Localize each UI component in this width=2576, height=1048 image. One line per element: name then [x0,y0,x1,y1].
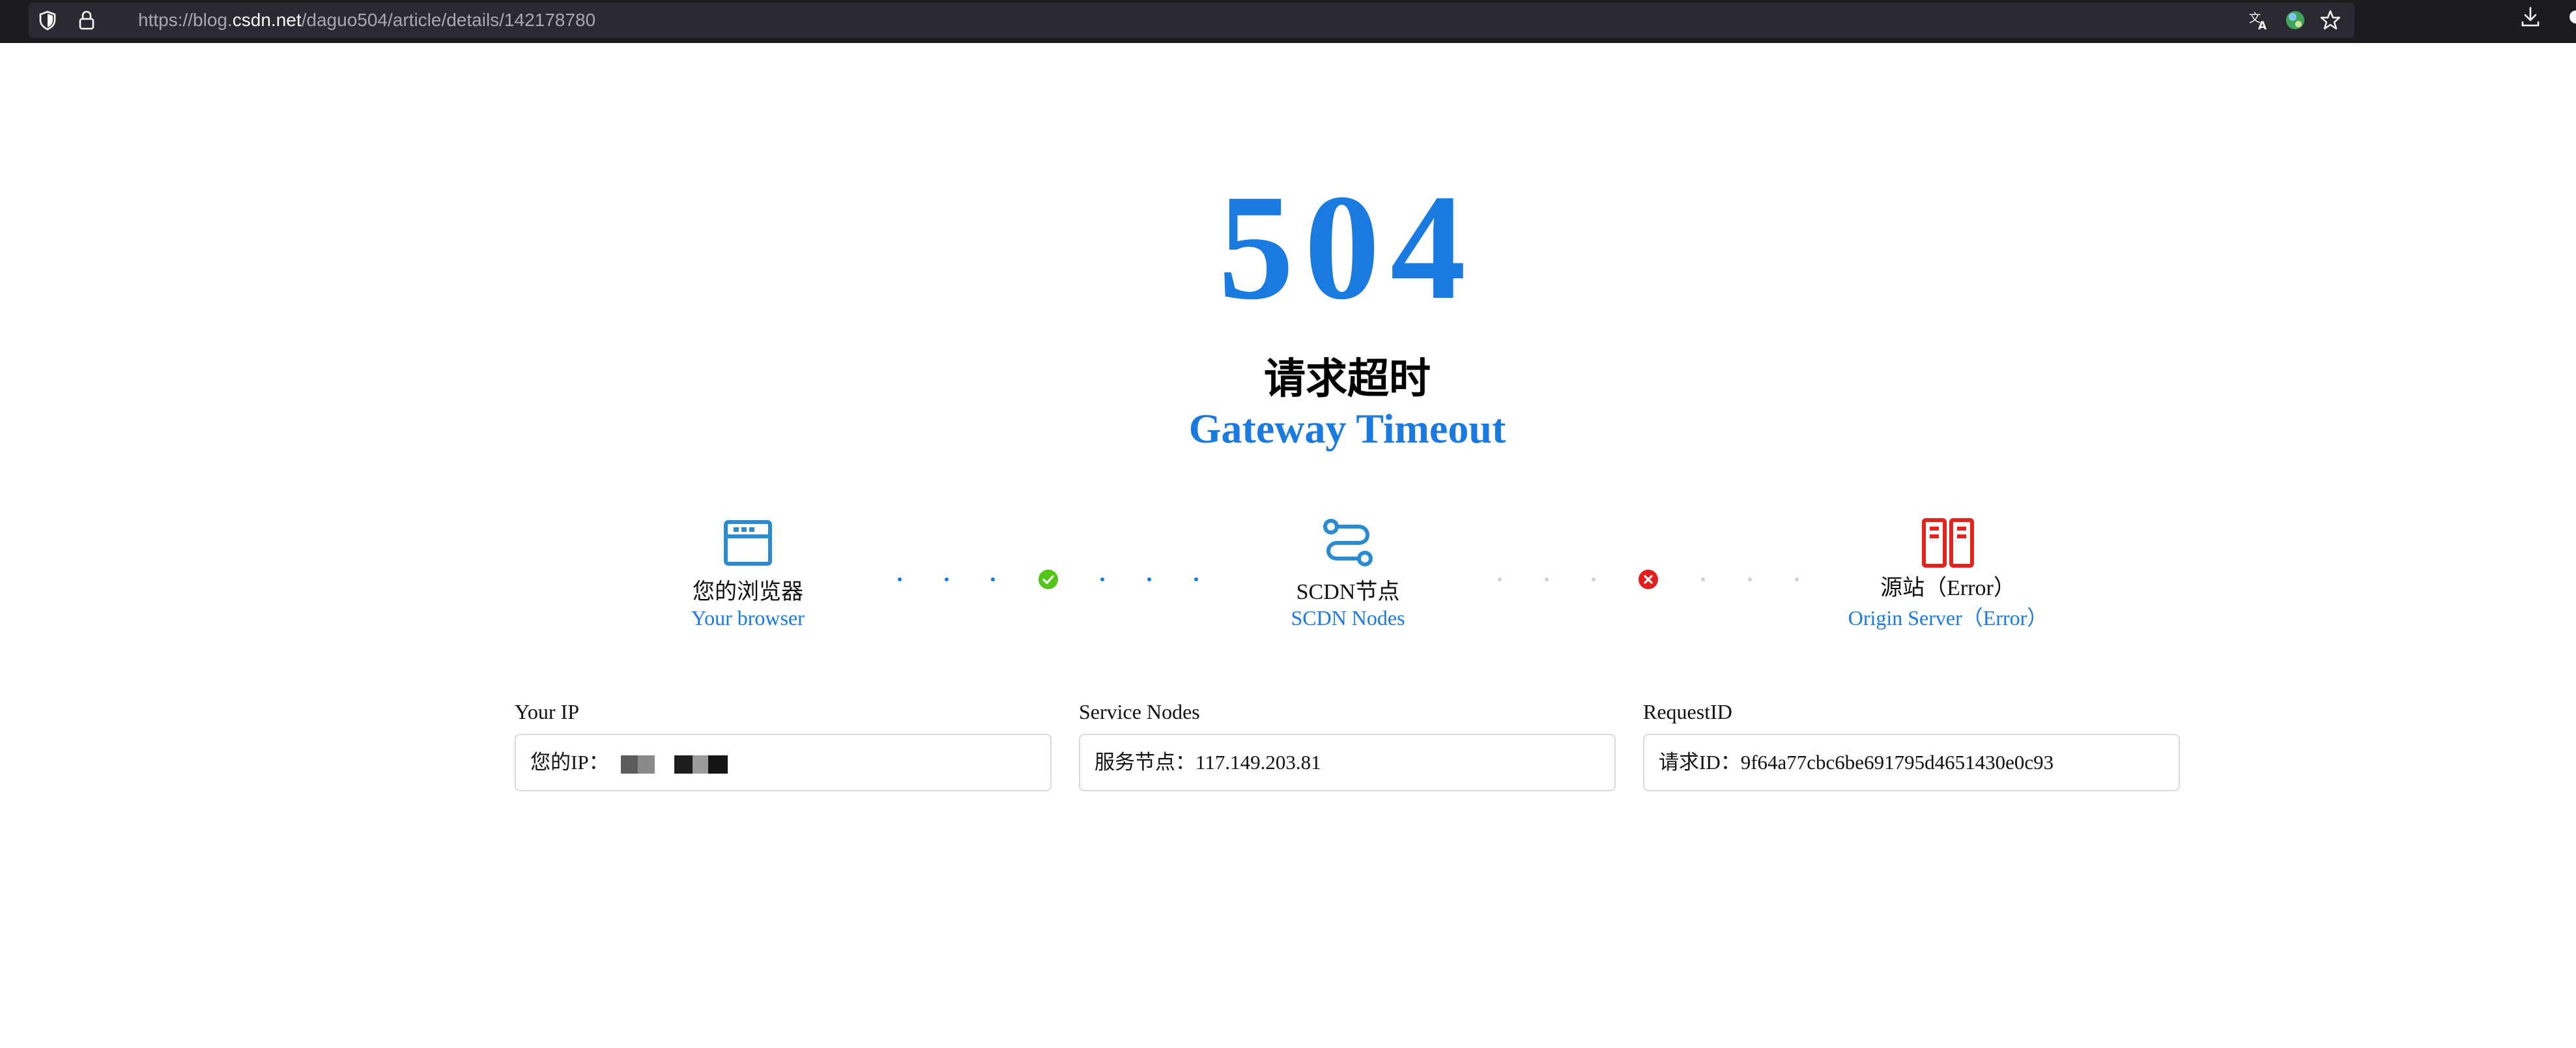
service-nodes-label: Service Nodes [1079,700,1200,723]
browser-node-label-en: Your browser [691,606,805,630]
your-ip-field[interactable]: 您的IP： [515,734,1052,791]
connector-dot [945,577,949,581]
route-icon [1323,519,1373,566]
service-nodes-field[interactable]: 服务节点：117.149.203.81 [1079,734,1616,791]
server-icon [1922,518,1974,568]
request-id-field[interactable]: 请求ID：9f64a77cbc6be691795d4651430e0c93 [1643,734,2180,791]
redacted-ip-block [708,755,728,774]
connector-dot [1795,577,1799,581]
your-ip-prefix: 您的IP： [530,751,609,774]
url-text[interactable]: https://blog.csdn.net/daguo504/article/d… [138,7,595,33]
connector-dot [1592,577,1596,581]
connector-dot [1498,577,1502,581]
error-x-icon [1639,570,1658,589]
url-host: csdn.net [232,10,302,30]
browser-node-label-cn: 您的浏览器 [693,580,803,604]
connector-dot [898,577,902,581]
extension-globe-icon[interactable] [2283,8,2308,33]
scdn-node-label-cn: SCDN节点 [1296,580,1400,604]
origin-node-label-cn: 源站（Error） [1880,576,2016,600]
service-nodes-value: 服务节点：117.149.203.81 [1095,751,1321,774]
redacted-ip-block [620,755,638,774]
connector-dot [1748,577,1752,581]
success-check-icon [1038,570,1058,589]
connector-dot [1100,577,1104,581]
connector-dot [1545,577,1549,581]
browser-toolbar: https://blog.csdn.net/daguo504/article/d… [0,0,2576,43]
address-bar[interactable]: https://blog.csdn.net/daguo504/article/d… [29,3,2354,38]
origin-node-label-en: Origin Server（Error） [1848,606,2048,630]
download-icon[interactable] [2517,4,2543,30]
redacted-ip-block [637,755,655,774]
browser-window-icon [724,520,772,566]
connector-dot [1147,577,1151,581]
request-id-label: RequestID [1643,700,1732,723]
url-path: /daguo504/article/details/142178780 [301,10,596,30]
connector-dot [991,577,995,581]
shield-icon[interactable] [35,8,60,33]
scdn-node: SCDN节点 SCDN Nodes [1179,518,1517,630]
error-title-cn: 请求超时 [1264,356,1431,402]
redacted-ip-block [674,755,693,774]
connector-dot [1194,577,1198,581]
extension-icon[interactable] [2563,4,2576,30]
request-id-value: 请求ID：9f64a77cbc6be691795d4651430e0c93 [1659,751,2054,774]
error-code: 504 [1218,164,1476,331]
origin-node: 源站（Error） Origin Server（Error） [1779,518,2117,630]
bookmark-star-icon[interactable] [2318,8,2343,33]
connector-dot [1701,577,1705,581]
scdn-node-label-en: SCDN Nodes [1291,606,1405,630]
error-title-en: Gateway Timeout [1188,405,1506,452]
your-ip-label: Your IP [515,700,580,723]
browser-node: 您的浏览器 Your browser [579,518,917,630]
translate-icon[interactable]: 文 A [2246,8,2271,33]
url-prefix: https://blog. [138,10,233,30]
redacted-ip-block [692,755,708,774]
svg-text:A: A [2258,20,2267,33]
lock-icon[interactable] [74,8,99,33]
